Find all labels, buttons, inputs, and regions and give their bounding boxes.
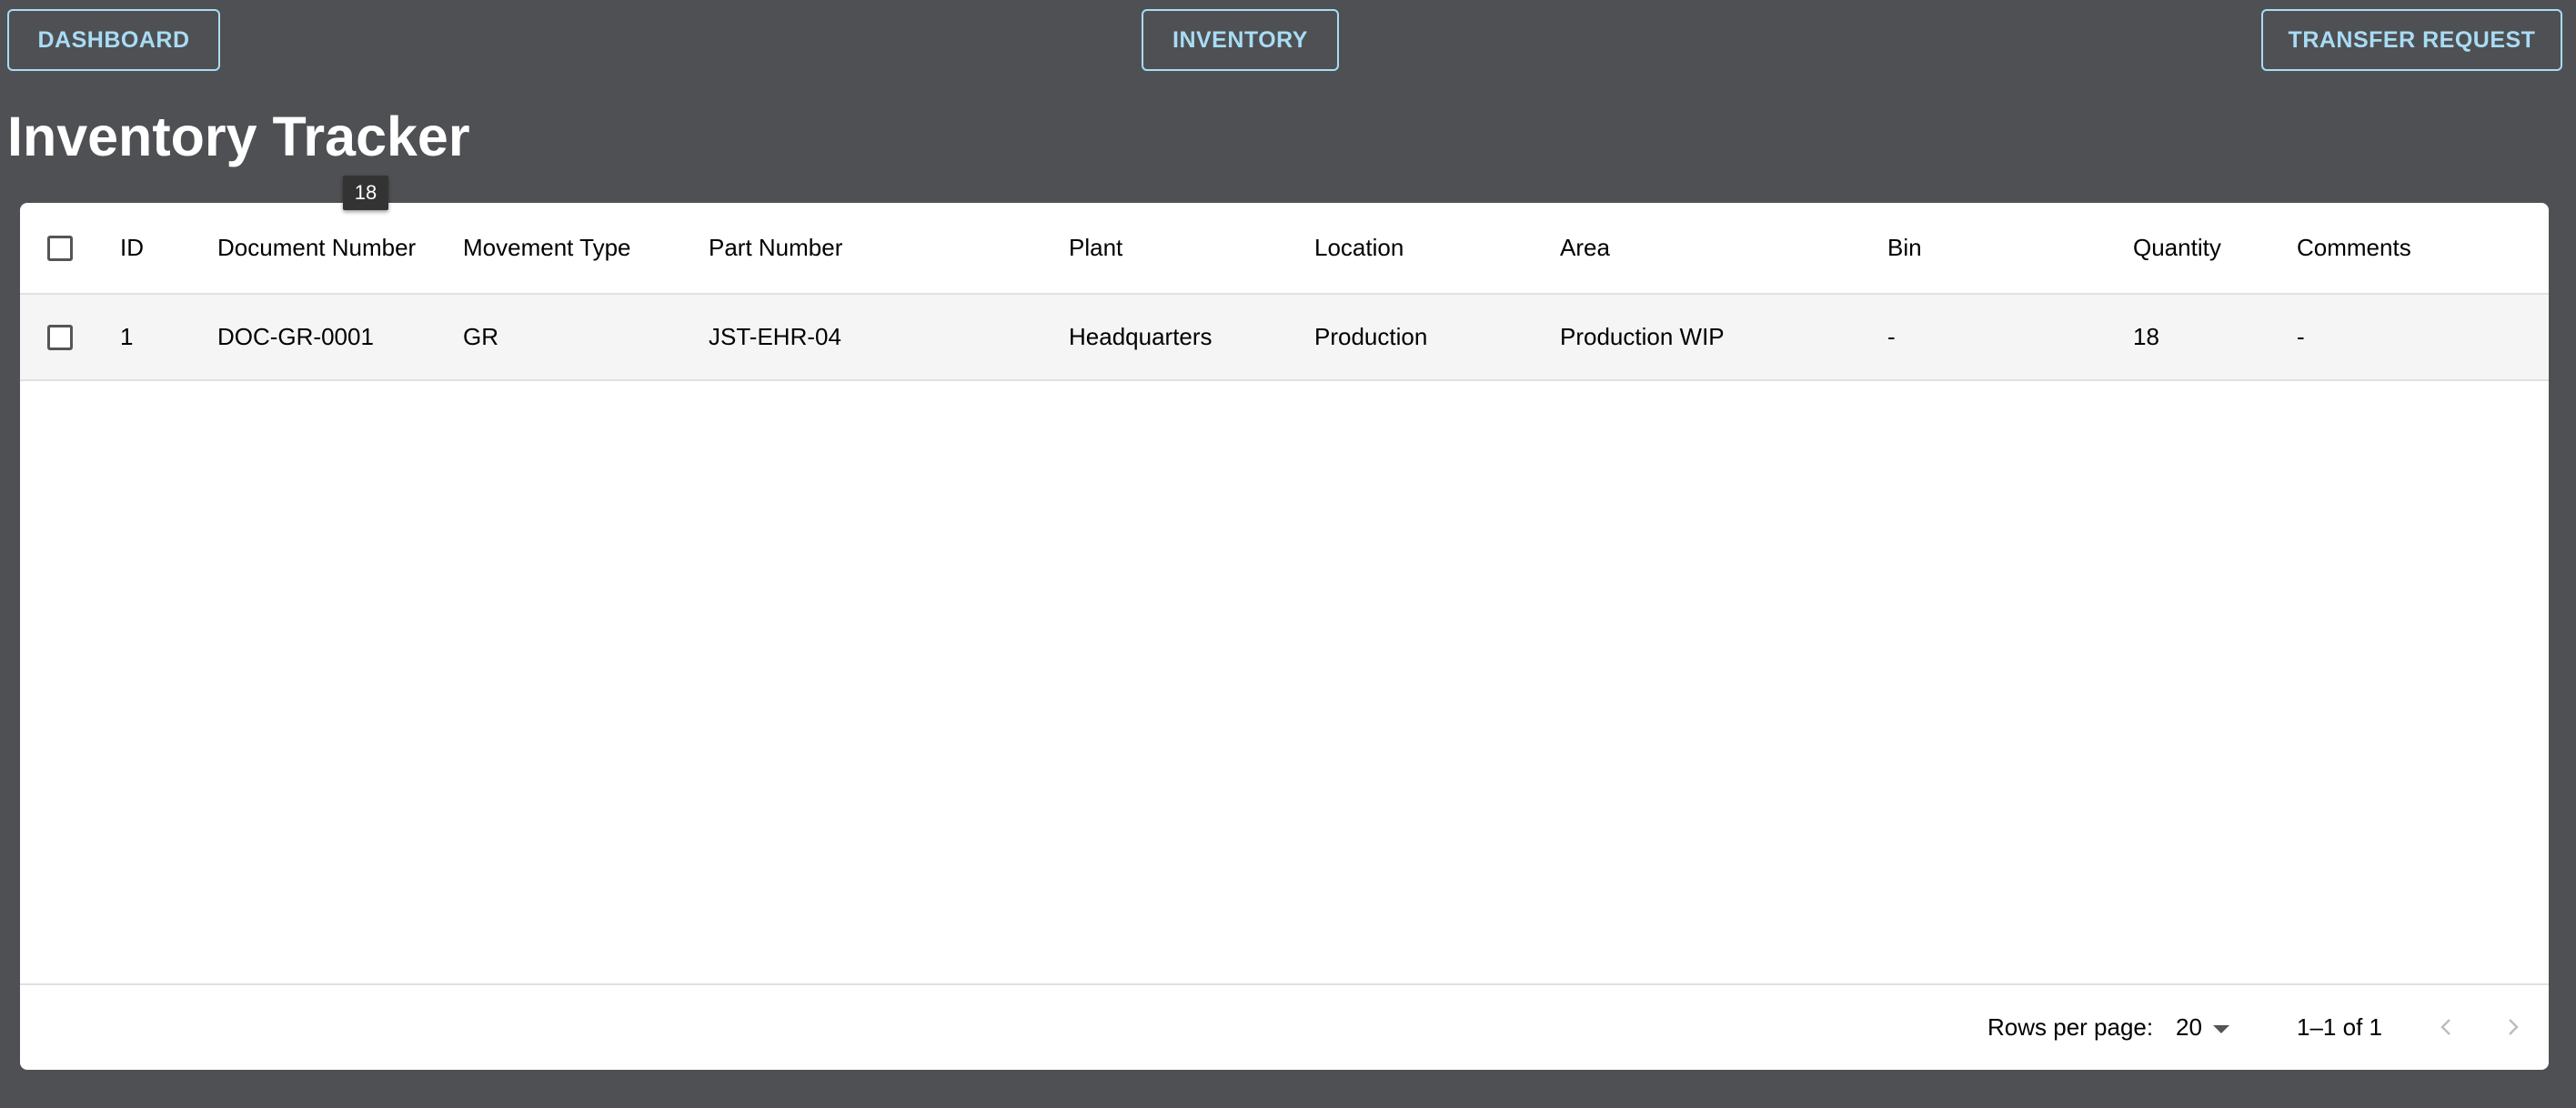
column-header-document-number[interactable]: Document Number — [217, 203, 416, 293]
column-header-area[interactable]: Area — [1560, 203, 1610, 293]
transfer-request-button[interactable]: TRANSFER REQUEST — [2261, 9, 2562, 71]
table-header-row: ID Document Number Movement Type Part Nu… — [20, 203, 2549, 295]
column-header-id[interactable]: ID — [120, 203, 144, 293]
page-title: Inventory Tracker — [7, 106, 470, 167]
chevron-left-icon — [2440, 1019, 2450, 1035]
column-header-part-number[interactable]: Part Number — [709, 203, 842, 293]
cell-location: Production — [1314, 323, 1428, 350]
select-all-checkbox[interactable] — [47, 235, 73, 261]
column-header-movement-type[interactable]: Movement Type — [463, 203, 631, 293]
cell-part-number: JST-EHR-04 — [709, 323, 841, 350]
inventory-button[interactable]: INVENTORY — [1142, 9, 1339, 71]
column-header-plant[interactable]: Plant — [1069, 203, 1122, 293]
pagination-range: 1–1 of 1 — [2297, 1013, 2382, 1041]
inventory-data-grid: ID Document Number Movement Type Part Nu… — [20, 203, 2549, 1070]
column-header-location[interactable]: Location — [1314, 203, 1404, 293]
cell-movement-type: GR — [463, 323, 498, 350]
cell-document-number: DOC-GR-0001 — [217, 323, 374, 350]
column-header-quantity[interactable]: Quantity — [2133, 203, 2221, 293]
rows-per-page-select[interactable]: 20 — [2176, 985, 2229, 1070]
next-page-button[interactable] — [2494, 1009, 2531, 1045]
column-header-bin[interactable]: Bin — [1887, 203, 1922, 293]
cell-id: 1 — [120, 323, 134, 350]
cell-area: Production WIP — [1560, 323, 1725, 350]
chevron-right-icon — [2509, 1019, 2519, 1035]
cell-plant: Headquarters — [1069, 323, 1213, 350]
previous-page-button[interactable] — [2429, 1009, 2465, 1045]
table-pagination-footer: Rows per page: 20 1–1 of 1 — [20, 983, 2549, 1070]
table-row[interactable]: 1 DOC-GR-0001 GR JST-EHR-04 Headquarters… — [20, 295, 2549, 381]
cell-quantity: 18 — [2133, 323, 2159, 350]
cell-bin: - — [1887, 323, 1896, 350]
rows-per-page-label: Rows per page: — [1987, 1013, 2154, 1041]
rows-per-page-value: 20 — [2176, 1013, 2202, 1041]
dashboard-button[interactable]: DASHBOARD — [7, 9, 220, 71]
caret-down-icon — [2212, 1025, 2229, 1033]
row-select-checkbox[interactable] — [47, 324, 73, 350]
cell-tooltip: 18 — [343, 176, 388, 210]
cell-comments: - — [2297, 323, 2305, 350]
column-header-comments[interactable]: Comments — [2297, 203, 2411, 293]
